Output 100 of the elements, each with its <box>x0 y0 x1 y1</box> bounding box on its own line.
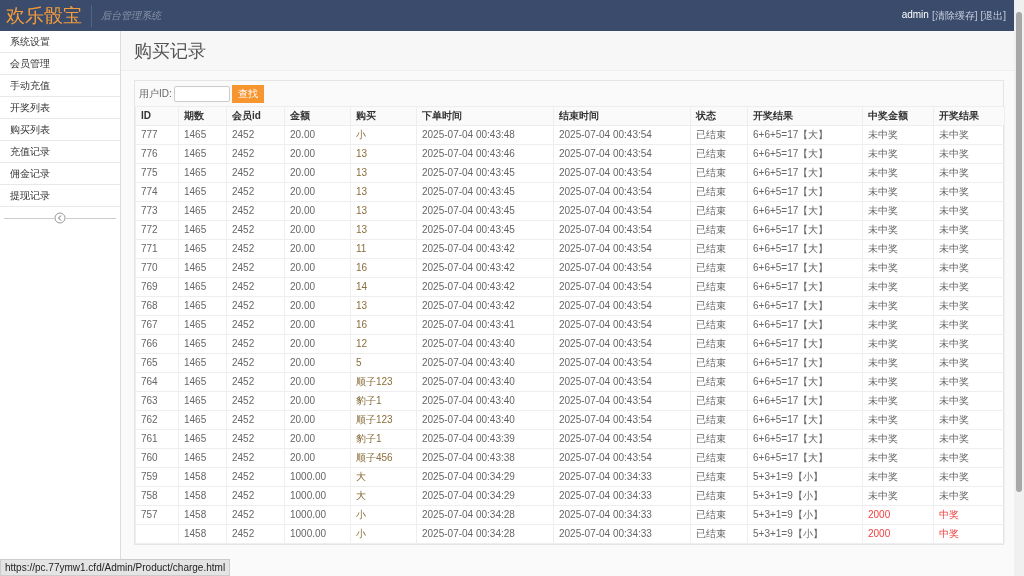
table-cell: 1465 <box>178 391 227 411</box>
table-cell: 2025-07-04 00:34:33 <box>553 467 691 487</box>
table-cell: 757 <box>135 505 179 525</box>
table-cell: 13 <box>350 182 417 202</box>
table-cell: 2025-07-04 00:34:28 <box>416 505 554 525</box>
user-id-label: 用户ID: <box>139 86 172 101</box>
table-cell: 已结束 <box>690 239 748 259</box>
table-cell: 1465 <box>178 448 227 468</box>
user-id-field[interactable] <box>173 85 230 102</box>
table-cell: 2025-07-04 00:43:54 <box>553 239 691 259</box>
column-header: 会员id <box>226 106 285 126</box>
table-cell: 未中奖 <box>933 315 1005 335</box>
table-cell: 1465 <box>178 315 227 335</box>
table-cell: 6+6+5=17【大】 <box>747 220 863 240</box>
table-cell: 2025-07-04 00:43:54 <box>553 277 691 297</box>
column-header: ID <box>135 106 179 126</box>
table-cell: 未中奖 <box>933 201 1005 221</box>
table-cell: 12 <box>350 334 417 354</box>
table-cell: 20.00 <box>284 144 351 164</box>
table-cell: 2025-07-04 00:43:54 <box>553 182 691 202</box>
table-cell: 20.00 <box>284 220 351 240</box>
table-cell: 2025-07-04 00:43:54 <box>553 315 691 335</box>
table-cell: 未中奖 <box>862 334 934 354</box>
sidebar-item[interactable]: 购买列表 <box>0 119 120 141</box>
table-cell: 6+6+5=17【大】 <box>747 315 863 335</box>
table-cell: 未中奖 <box>933 125 1005 145</box>
table-cell: 2452 <box>226 467 285 487</box>
table-cell: 760 <box>135 448 179 468</box>
table-cell: 765 <box>135 353 179 373</box>
table-cell: 未中奖 <box>862 163 934 183</box>
table-cell: 20.00 <box>284 163 351 183</box>
table-cell: 6+6+5=17【大】 <box>747 125 863 145</box>
table-cell: 未中奖 <box>862 467 934 487</box>
table-cell: 2025-07-04 00:34:29 <box>416 467 554 487</box>
table-cell: 1465 <box>178 258 227 278</box>
header-link[interactable]: [清除缓存] <box>931 8 978 23</box>
collapse-icon[interactable] <box>54 212 66 224</box>
table-cell: 6+6+5=17【大】 <box>747 277 863 297</box>
table-cell: 2025-07-04 00:43:42 <box>416 277 554 297</box>
table-cell: 已结束 <box>690 505 748 525</box>
table-cell: 764 <box>135 372 179 392</box>
table-cell: 6+6+5=17【大】 <box>747 258 863 278</box>
table-cell: 1458 <box>178 486 227 506</box>
sidebar-item[interactable]: 系统设置 <box>0 31 120 53</box>
table-cell: 20.00 <box>284 201 351 221</box>
sidebar-item[interactable]: 会员管理 <box>0 53 120 75</box>
table-cell: 2452 <box>226 524 285 544</box>
sidebar-item[interactable]: 佣金记录 <box>0 163 120 185</box>
scrollbar-thumb[interactable] <box>1016 12 1022 492</box>
table-cell: 未中奖 <box>862 239 934 259</box>
table-cell: 2025-07-04 00:34:33 <box>553 486 691 506</box>
table-cell: 2025-07-04 00:43:54 <box>553 429 691 449</box>
sidebar-item[interactable]: 提现记录 <box>0 185 120 207</box>
table-cell: 已结束 <box>690 410 748 430</box>
table-cell: 2025-07-04 00:43:54 <box>553 334 691 354</box>
table-cell: 2025-07-04 00:43:38 <box>416 448 554 468</box>
column-header: 开奖结果 <box>747 106 863 126</box>
table-cell: 776 <box>135 144 179 164</box>
table-cell: 6+6+5=17【大】 <box>747 353 863 373</box>
table-cell: 1465 <box>178 334 227 354</box>
table-cell: 2452 <box>226 315 285 335</box>
table-cell: 14 <box>350 277 417 297</box>
table-cell: 已结束 <box>690 334 748 354</box>
table-cell: 1465 <box>178 220 227 240</box>
table-cell: 已结束 <box>690 448 748 468</box>
sidebar-item[interactable]: 手动充值 <box>0 75 120 97</box>
table-cell: 2025-07-04 00:43:45 <box>416 220 554 240</box>
table-cell: 20.00 <box>284 353 351 373</box>
table-cell: 已结束 <box>690 277 748 297</box>
table-cell: 未中奖 <box>933 372 1005 392</box>
table-cell: 1000.00 <box>284 524 351 544</box>
table-cell: 已结束 <box>690 201 748 221</box>
table-cell: 未中奖 <box>933 239 1005 259</box>
table-cell: 已结束 <box>690 486 748 506</box>
table-cell: 未中奖 <box>862 258 934 278</box>
table-cell: 未中奖 <box>862 353 934 373</box>
table-cell: 2025-07-04 00:43:54 <box>553 391 691 411</box>
sidebar-item[interactable]: 充值记录 <box>0 141 120 163</box>
header-link[interactable]: [退出] <box>980 8 1006 23</box>
table-cell: 20.00 <box>284 182 351 202</box>
table-cell: 13 <box>350 296 417 316</box>
table-cell: 大 <box>350 467 417 487</box>
table-cell: 2025-07-04 00:43:40 <box>416 391 554 411</box>
table-cell: 2452 <box>226 334 285 354</box>
table-cell: 13 <box>350 201 417 221</box>
table-cell: 2025-07-04 00:43:46 <box>416 144 554 164</box>
table-cell: 6+6+5=17【大】 <box>747 410 863 430</box>
table-cell: 1000.00 <box>284 486 351 506</box>
table-cell: 2025-07-04 00:34:33 <box>553 505 691 525</box>
table-cell: 2025-07-04 00:43:40 <box>416 353 554 373</box>
table-cell: 未中奖 <box>933 334 1005 354</box>
sidebar-item[interactable]: 开奖列表 <box>0 97 120 119</box>
table-cell: 2025-07-04 00:43:54 <box>553 448 691 468</box>
table-cell: 763 <box>135 391 179 411</box>
table-cell: 762 <box>135 410 179 430</box>
table-cell: 5+3+1=9【小】 <box>747 486 863 506</box>
table-cell: 未中奖 <box>933 182 1005 202</box>
table-cell: 2025-07-04 00:34:29 <box>416 486 554 506</box>
table-cell: 2025-07-04 00:43:45 <box>416 163 554 183</box>
table-cell: 小 <box>350 125 417 145</box>
